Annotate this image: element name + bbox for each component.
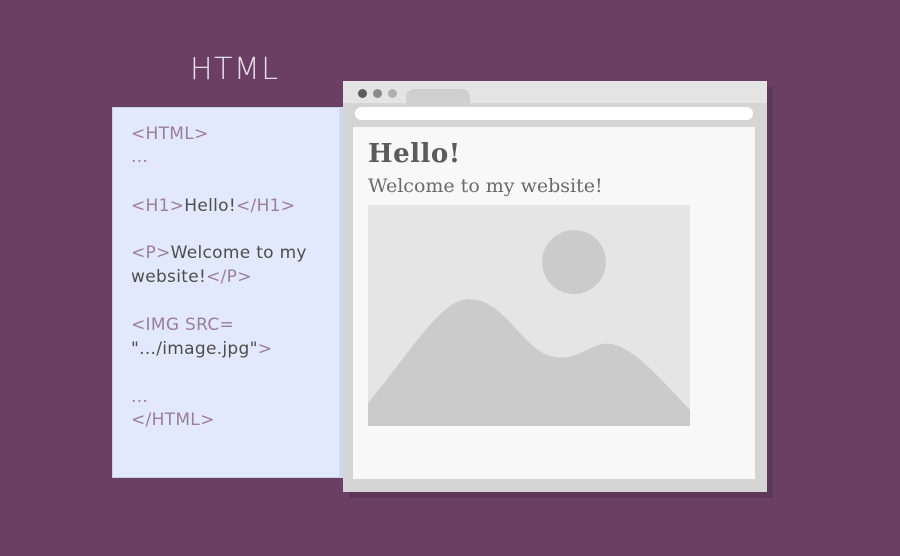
code-tag: </P> (206, 267, 252, 287)
window-dot-icon[interactable] (358, 89, 367, 98)
sun-shape (542, 230, 606, 294)
window-dot-icon[interactable] (388, 89, 397, 98)
code-tag: > (257, 339, 273, 359)
code-ellipsis: ... (131, 147, 149, 167)
code-text: website! (131, 267, 207, 287)
code-tag: <HTML> (131, 124, 209, 144)
browser-tab[interactable] (406, 89, 470, 105)
page-heading: Hello! (368, 139, 461, 169)
code-text: Hello! (184, 196, 237, 216)
browser-title-bar (343, 81, 767, 105)
code-panel: <HTML> ... <H1>Hello!</H1> <P>Welcome to… (112, 107, 343, 478)
window-dot-icon[interactable] (373, 89, 382, 98)
page-paragraph: Welcome to my website! (368, 175, 603, 197)
code-ellipsis: ... (131, 387, 149, 407)
code-line-p-start: <P>Welcome to my (131, 241, 307, 265)
code-tag: <P> (131, 243, 171, 263)
section-heading: HTML (190, 52, 280, 87)
code-tag: <IMG SRC= (131, 315, 235, 335)
code-tag: <H1> (131, 196, 185, 216)
address-bar[interactable] (355, 107, 753, 120)
browser-viewport: Hello! Welcome to my website! (353, 127, 755, 479)
code-tag: </H1> (236, 196, 296, 216)
code-tag: </HTML> (131, 410, 215, 430)
image-placeholder-icon (368, 205, 690, 426)
code-line-img-start: <IMG SRC= (131, 313, 234, 337)
mountain-shape (368, 299, 690, 426)
code-line-ellipsis-2: ... (131, 385, 148, 409)
image-placeholder-graphic (368, 230, 690, 426)
code-text: ".../image.jpg" (131, 339, 258, 359)
code-line-html-open: <HTML> (131, 122, 209, 146)
code-line-h1: <H1>Hello!</H1> (131, 194, 295, 218)
code-text: Welcome to my (170, 243, 307, 263)
code-line-ellipsis: ... (131, 145, 148, 169)
code-line-html-close: </HTML> (131, 408, 215, 432)
code-line-img-src: ".../image.jpg"> (131, 337, 272, 361)
code-line-p-end: website!</P> (131, 265, 252, 289)
browser-window: Hello! Welcome to my website! (343, 81, 767, 492)
